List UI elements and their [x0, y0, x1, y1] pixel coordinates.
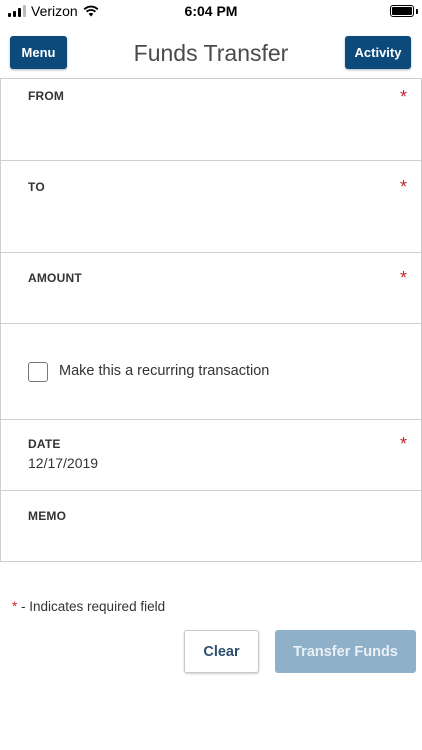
from-field[interactable]: FROM *: [0, 78, 422, 161]
amount-field[interactable]: AMOUNT *: [0, 253, 422, 324]
battery-icon: [390, 5, 414, 17]
required-marker: *: [399, 87, 407, 107]
recurring-label[interactable]: Make this a recurring transaction: [59, 363, 269, 379]
to-field[interactable]: TO *: [0, 161, 422, 253]
memo-field[interactable]: MEMO: [0, 491, 422, 562]
memo-label: MEMO: [28, 509, 67, 523]
required-marker: *: [399, 268, 407, 288]
required-footnote: * - Indicates required field: [12, 599, 165, 614]
status-time: 6:04 PM: [184, 3, 238, 19]
transfer-funds-button[interactable]: Transfer Funds: [275, 630, 416, 673]
date-value[interactable]: 12/17/2019: [28, 455, 98, 471]
status-bar: Verizon 6:04 PM: [0, 0, 422, 24]
transfer-form: FROM * TO * AMOUNT * Make this a recurri…: [0, 78, 422, 562]
navigation-bar: Menu Funds Transfer Activity: [0, 36, 422, 70]
date-field[interactable]: DATE 12/17/2019 *: [0, 420, 422, 491]
battery-tip: [416, 9, 418, 14]
amount-label: AMOUNT: [28, 271, 82, 285]
recurring-checkbox[interactable]: [28, 362, 48, 382]
required-marker: *: [399, 177, 407, 197]
activity-button[interactable]: Activity: [345, 36, 411, 69]
date-label: DATE: [28, 437, 61, 451]
clear-button[interactable]: Clear: [184, 630, 259, 673]
required-marker: *: [399, 434, 407, 454]
from-label: FROM: [28, 89, 65, 103]
recurring-field: Make this a recurring transaction: [0, 324, 422, 420]
required-footnote-text: - Indicates required field: [17, 599, 166, 614]
to-label: TO: [28, 180, 45, 194]
